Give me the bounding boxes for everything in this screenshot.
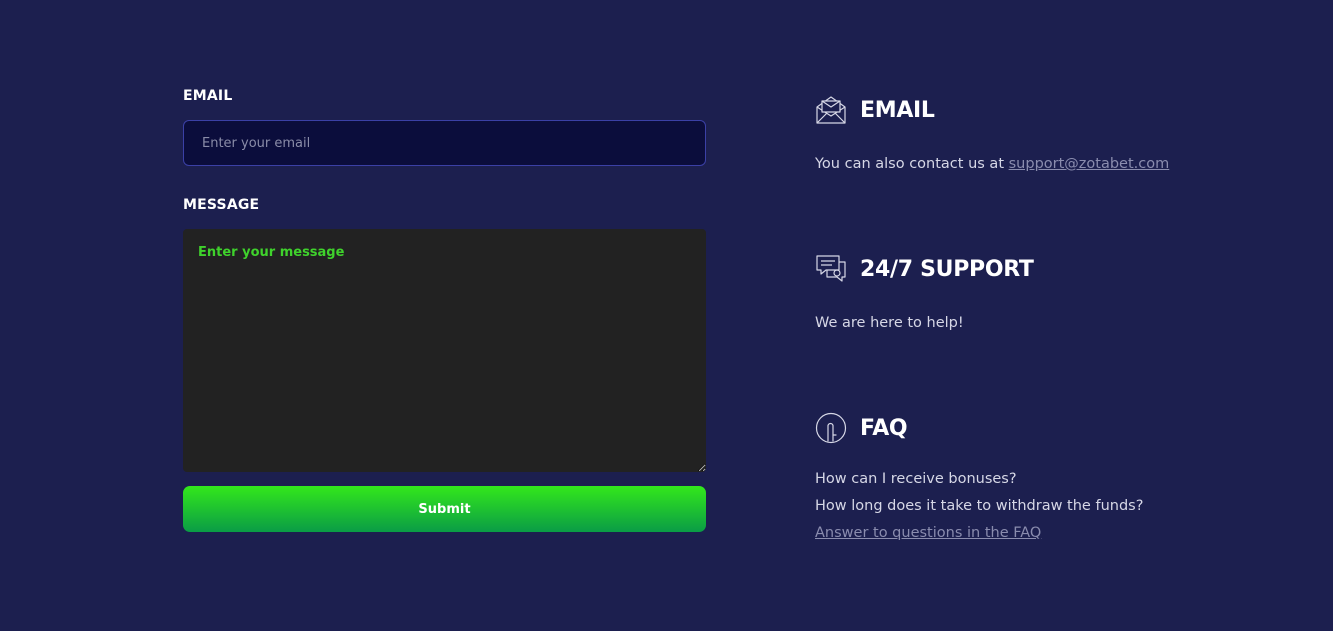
contact-page: EMAIL MESSAGE Submit EMAIL You can also … <box>0 0 1333 631</box>
question-circle-icon <box>815 412 847 444</box>
email-info-section: EMAIL You can also contact us at support… <box>815 94 1255 178</box>
email-info-header: EMAIL <box>815 94 1255 126</box>
email-field-label: EMAIL <box>183 88 233 104</box>
support-email-link[interactable]: support@zotabet.com <box>1009 156 1170 172</box>
faq-info-section: FAQ How can I receive bonuses? How long … <box>815 412 1255 547</box>
submit-button[interactable]: Submit <box>183 486 706 532</box>
message-field-label: MESSAGE <box>183 197 260 213</box>
faq-info-header: FAQ <box>815 412 1255 444</box>
envelope-icon <box>815 94 847 126</box>
support-info-title: 24/7 SUPPORT <box>860 256 1034 282</box>
support-info-header: 24/7 SUPPORT <box>815 253 1255 285</box>
email-info-title: EMAIL <box>860 97 935 123</box>
faq-question: How can I receive bonuses? <box>815 471 1017 487</box>
email-field[interactable] <box>183 120 706 166</box>
support-info-section: 24/7 SUPPORT We are here to help! <box>815 253 1255 337</box>
contact-form: EMAIL MESSAGE Submit <box>183 86 706 532</box>
chat-bubbles-icon <box>815 253 847 285</box>
email-info-text: You can also contact us at support@zotab… <box>815 151 1255 178</box>
email-info-description: You can also contact us at <box>815 156 1005 172</box>
message-field[interactable] <box>183 229 706 472</box>
faq-info-text: How can I receive bonuses? How long does… <box>815 466 1255 547</box>
faq-answers-link[interactable]: Answer to questions in the FAQ <box>815 525 1041 541</box>
support-info-text: We are here to help! <box>815 315 964 331</box>
faq-question: How long does it take to withdraw the fu… <box>815 498 1144 514</box>
faq-info-title: FAQ <box>860 415 908 441</box>
